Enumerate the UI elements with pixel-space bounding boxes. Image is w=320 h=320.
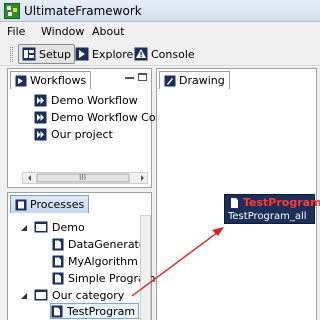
process-file-icon [231,198,238,208]
drag-arrow [131,227,224,297]
drawing-node[interactable]: TestProgram TestProgram_all [224,194,320,224]
node-subtitle: TestProgram_all [228,211,307,222]
node-name: TestProgram [243,196,320,209]
